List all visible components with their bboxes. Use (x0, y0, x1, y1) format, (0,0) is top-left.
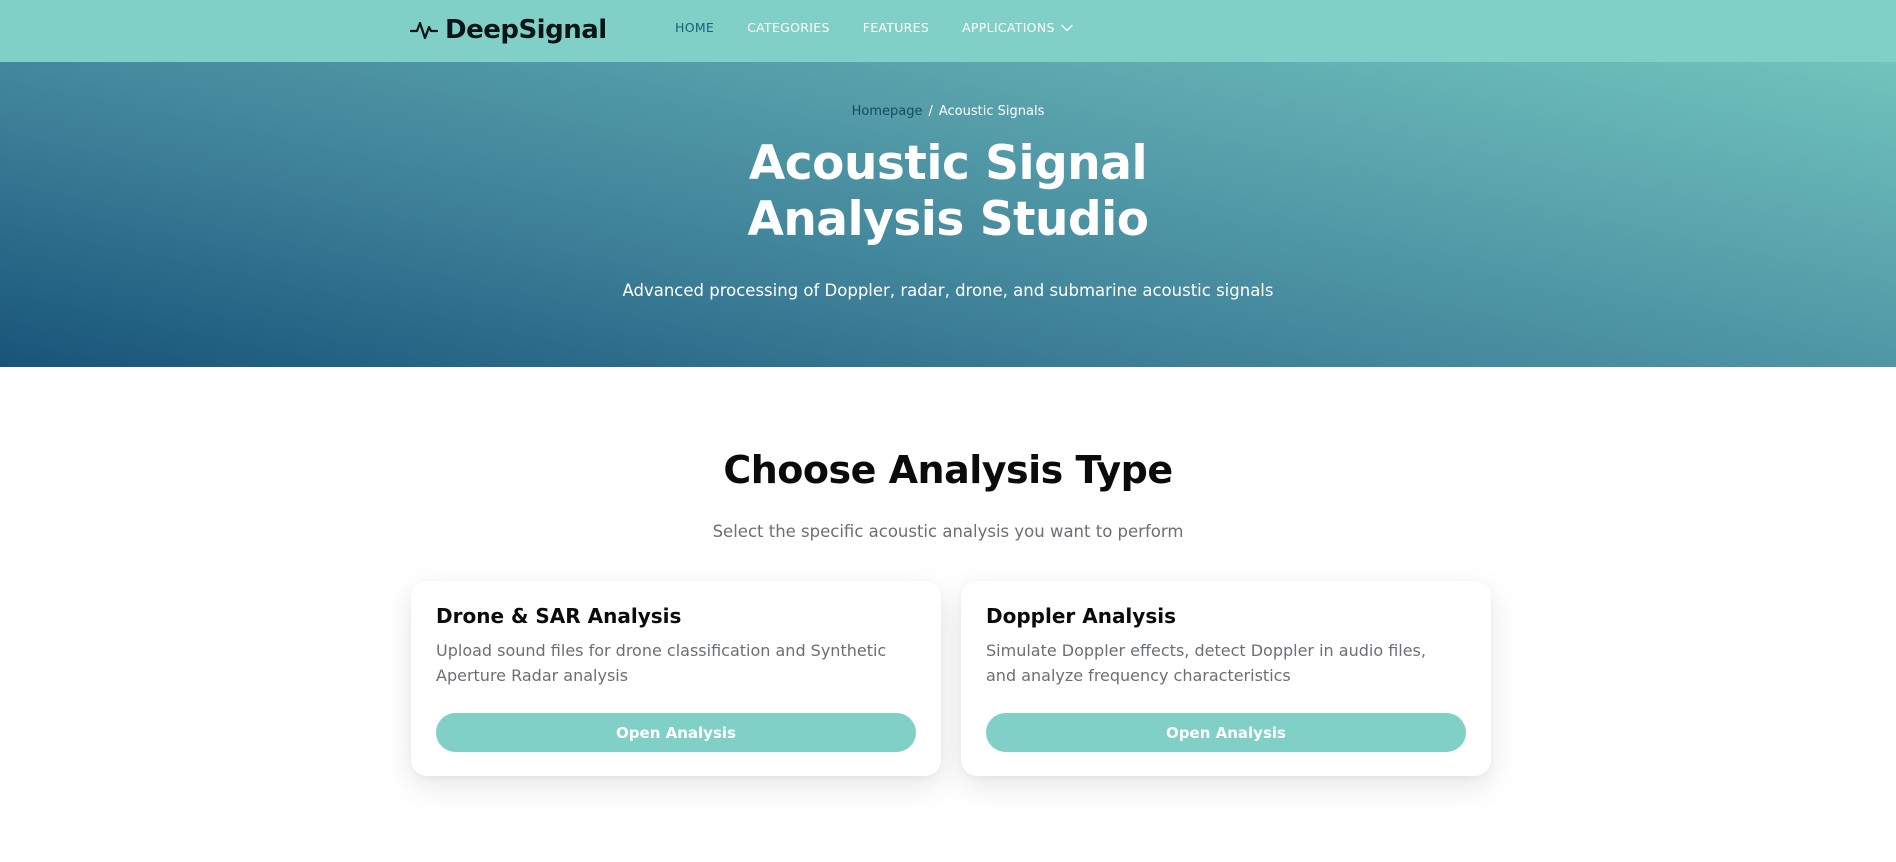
nav-applications-dropdown[interactable]: APPLICATIONS (962, 20, 1073, 35)
breadcrumb-separator: / (928, 104, 933, 119)
breadcrumb-home-link[interactable]: Homepage (852, 104, 923, 119)
page-title: Acoustic Signal Analysis Studio (0, 136, 1896, 248)
card-title: Drone & SAR Analysis (436, 604, 682, 628)
card-description: Upload sound files for drone classificat… (436, 641, 887, 685)
brand-logo-link[interactable]: DeepSignal (410, 13, 607, 47)
open-analysis-button-doppler[interactable]: Open Analysis (986, 713, 1466, 752)
page-title-line-2: Analysis Studio (747, 192, 1149, 247)
pulse-icon (410, 21, 438, 40)
brand-name: DeepSignal (445, 15, 607, 45)
section-subtitle: Select the specific acoustic analysis yo… (712, 521, 1184, 541)
hero-subtitle: Advanced processing of Doppler, radar, d… (622, 280, 1274, 300)
breadcrumb-current: Acoustic Signals (938, 104, 1045, 119)
card-description: Simulate Doppler effects, detect Doppler… (986, 641, 1426, 685)
main-nav: HOME CATEGORIES FEATURES APPLICATIONS (675, 0, 1106, 55)
card-title: Doppler Analysis (986, 604, 1176, 628)
breadcrumb: Homepage / Acoustic Signals (0, 104, 1896, 119)
page-title-line-1: Acoustic Signal (748, 136, 1148, 191)
nav-features[interactable]: FEATURES (863, 20, 929, 35)
top-navbar: DeepSignal HOME CATEGORIES FEATURES APPL… (0, 0, 1896, 62)
hero-banner: Homepage / Acoustic Signals Acoustic Signa… (0, 62, 1896, 367)
nav-categories[interactable]: CATEGORIES (747, 20, 830, 35)
section-title: Choose Analysis Type (723, 448, 1173, 492)
open-analysis-button-drone-sar[interactable]: Open Analysis (436, 713, 916, 752)
chevron-down-icon (1061, 24, 1073, 31)
analysis-card-drone-sar: Drone & SAR Analysis Upload sound files … (411, 581, 941, 776)
nav-home[interactable]: HOME (675, 20, 714, 35)
analysis-card-doppler: Doppler Analysis Simulate Doppler effect… (961, 581, 1491, 776)
nav-applications-label: APPLICATIONS (962, 20, 1055, 35)
